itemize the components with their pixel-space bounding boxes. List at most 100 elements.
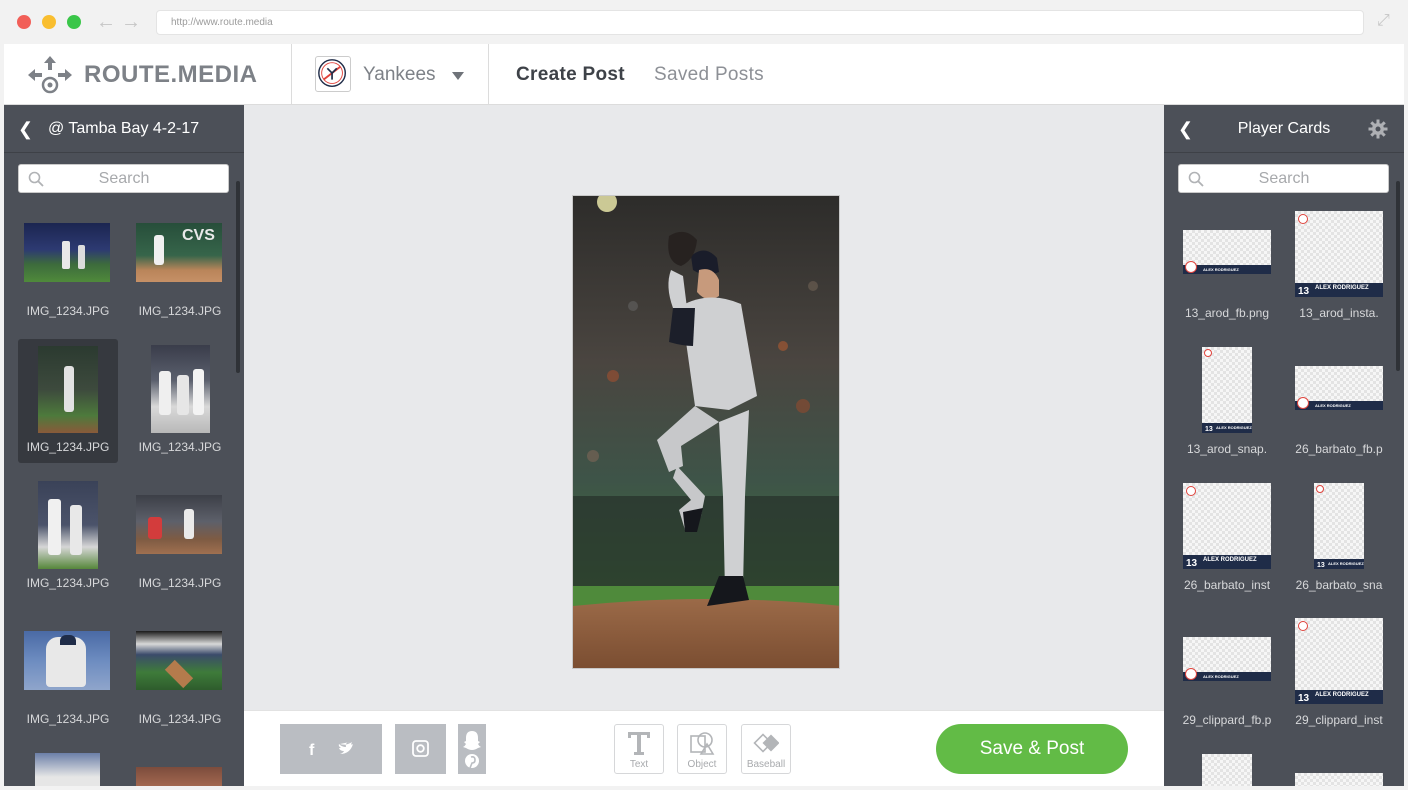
card-player-name: ALEX RODRIGUEZ	[1315, 403, 1351, 408]
card-number: 13	[1317, 562, 1325, 569]
thumbnail-image	[136, 495, 222, 554]
thumbnail-label: IMG_1234.JPG	[138, 304, 222, 318]
address-bar[interactable]: http://www.route.media	[156, 10, 1364, 35]
photo-thumbnail[interactable]: IMG_1234.JPG	[18, 475, 118, 599]
thumbnail-label: IMG_1234.JPG	[26, 712, 110, 726]
gear-icon[interactable]	[1368, 119, 1388, 139]
header-divider	[291, 44, 292, 105]
window-edge-right	[1404, 44, 1408, 786]
thumbnail-image	[24, 223, 110, 282]
photo-thumbnail[interactable]	[136, 767, 222, 786]
card-player-name: ALEX RODRIGUEZ	[1216, 425, 1252, 430]
photo-thumbnail-selected[interactable]: IMG_1234.JPG	[18, 339, 118, 463]
post-canvas	[244, 105, 1164, 710]
brand-name[interactable]: ROUTE.MEDIA	[84, 61, 258, 89]
card-filename: 13_arod_snap.	[1186, 442, 1268, 456]
card-player-name: ALEX RODRIGUEZ	[1203, 557, 1257, 563]
search-input[interactable]	[1209, 168, 1359, 189]
search-icon	[28, 171, 44, 187]
tool-label: Object	[687, 759, 717, 770]
card-filename: 26_barbato_fb.p	[1295, 442, 1383, 456]
player-cards-panel: ❮ Player Cards AL	[1164, 105, 1404, 786]
photo-thumbnail[interactable]: IMG_1234.JPG	[130, 475, 230, 599]
tool-label: Text	[629, 759, 649, 770]
team-logo-icon[interactable]	[315, 56, 351, 92]
team-selector[interactable]: Yankees	[363, 64, 436, 86]
thumbnail-label: IMG_1234.JPG	[26, 304, 110, 318]
card-player-name: ALEX RODRIGUEZ	[1203, 674, 1239, 679]
browser-back-icon[interactable]: ←	[96, 10, 116, 34]
thumbnail-image	[151, 345, 210, 433]
player-card-thumbnail[interactable]: 13 ALEX RODRIGUEZ	[1314, 483, 1364, 569]
card-player-name: ALEX RODRIGUEZ	[1315, 285, 1369, 291]
thumbnail-image	[38, 346, 98, 433]
share-instagram-button[interactable]	[395, 724, 446, 774]
photo-thumbnail[interactable]: IMG_1234.JPG	[18, 611, 118, 735]
player-card-thumbnail[interactable]: 13 ALEX RODRIGUEZ	[1202, 347, 1252, 433]
album-title: @ Tamba Bay 4-2-17	[48, 120, 200, 137]
card-search[interactable]	[1178, 164, 1389, 193]
thumbnail-label: IMG_1234.JPG	[138, 440, 222, 454]
thumbnail-image	[24, 631, 110, 690]
photo-thumbnail[interactable]	[35, 753, 100, 786]
browser-forward-icon[interactable]: →	[121, 10, 141, 34]
photo-thumbnail[interactable]: IMG_1234.JPG	[130, 339, 230, 463]
thumbnail-label: IMG_1234.JPG	[138, 576, 222, 590]
player-card-thumbnail[interactable]: ALEX RODRIGUEZ	[1183, 230, 1271, 274]
nav-saved-posts[interactable]: Saved Posts	[654, 64, 764, 86]
text-tool-button[interactable]: Text	[614, 724, 664, 774]
card-filename: 29_clippard_inst	[1295, 713, 1383, 727]
player-card-thumbnail[interactable]: 13 ALEX RODRIGUEZ	[1295, 618, 1383, 704]
snapchat-icon	[463, 731, 481, 750]
text-icon	[628, 732, 650, 755]
fullscreen-icon[interactable]: ⤢	[1377, 12, 1390, 30]
card-number: 13	[1186, 558, 1198, 569]
player-card-thumbnail[interactable]	[1295, 773, 1383, 786]
object-tool-button[interactable]: Object	[677, 724, 727, 774]
photo-library-panel: ❮ @ Tamba Bay 4-2-17 IMG_1234.JPG CVS IM…	[4, 105, 244, 786]
photo-thumbnail[interactable]: CVS IMG_1234.JPG	[130, 212, 230, 336]
thumbnail-label: IMG_1234.JPG	[26, 440, 110, 454]
nav-create-post[interactable]: Create Post	[516, 64, 625, 86]
player-card-thumbnail[interactable]: 13 ALEX RODRIGUEZ	[1183, 483, 1271, 569]
save-and-post-button[interactable]: Save & Post	[936, 724, 1128, 774]
baseball-tool-button[interactable]: Baseball	[741, 724, 791, 774]
thumbnail-label: IMG_1234.JPG	[138, 712, 222, 726]
instagram-icon	[412, 740, 429, 757]
selected-photo[interactable]	[572, 195, 840, 669]
route-media-logo-icon	[28, 56, 72, 94]
search-icon	[1188, 171, 1204, 187]
thumbnail-label: IMG_1234.JPG	[26, 576, 110, 590]
player-card-thumbnail[interactable]: 13 ALEX RODRIGUEZ	[1295, 211, 1383, 297]
minimize-window-button[interactable]	[42, 15, 56, 29]
photo-thumbnail[interactable]: IMG_1234.JPG	[130, 611, 230, 735]
baseball-icon	[753, 733, 779, 753]
player-card-thumbnail[interactable]	[1202, 754, 1252, 786]
scrollbar[interactable]	[236, 181, 240, 373]
facebook-icon: f	[309, 742, 315, 759]
close-window-button[interactable]	[17, 15, 31, 29]
card-player-name: ALEX RODRIGUEZ	[1203, 267, 1239, 272]
card-filename: 13_arod_insta.	[1299, 306, 1379, 320]
share-snapchat-pinterest-button[interactable]	[458, 724, 486, 774]
chevron-down-icon[interactable]	[452, 72, 464, 80]
search-input[interactable]	[49, 168, 199, 189]
photo-search[interactable]	[18, 164, 229, 193]
scrollbar[interactable]	[1396, 181, 1400, 371]
twitter-icon	[338, 742, 353, 754]
chevron-left-icon[interactable]: ❮	[18, 119, 33, 140]
photo-thumbnail[interactable]: IMG_1234.JPG	[18, 212, 118, 336]
window-edge-bottom	[0, 786, 1408, 790]
app-header: ROUTE.MEDIA Yankees Create Post Saved Po…	[4, 44, 1404, 105]
player-card-thumbnail[interactable]: ALEX RODRIGUEZ	[1295, 366, 1383, 410]
card-number: 13	[1205, 426, 1213, 433]
maximize-window-button[interactable]	[67, 15, 81, 29]
card-filename: 26_barbato_inst	[1183, 578, 1271, 592]
share-facebook-twitter-button[interactable]: f	[280, 724, 382, 774]
tool-label: Baseball	[746, 759, 786, 770]
header-divider	[488, 44, 489, 105]
card-player-name: ALEX RODRIGUEZ	[1315, 692, 1369, 698]
panel-header: ❮ @ Tamba Bay 4-2-17	[4, 105, 244, 153]
player-card-thumbnail[interactable]: ALEX RODRIGUEZ	[1183, 637, 1271, 681]
panel-header: ❮ Player Cards	[1164, 105, 1404, 153]
